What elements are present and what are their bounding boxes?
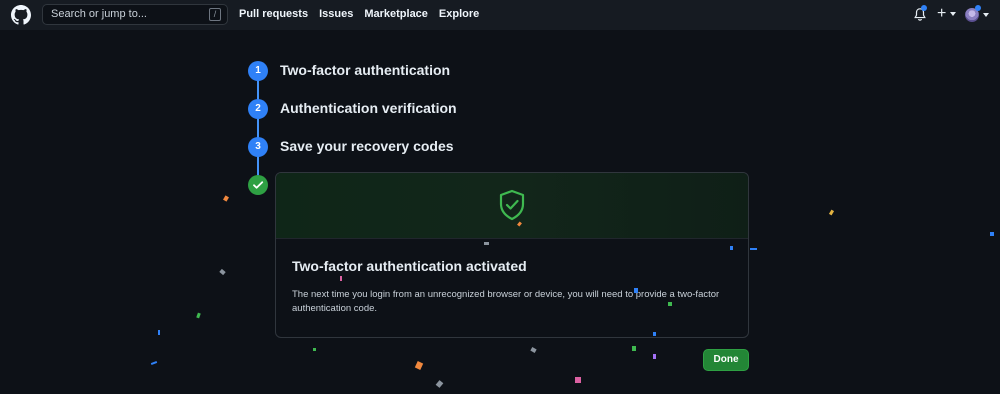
search-shortcut-key: / xyxy=(209,8,221,21)
step-1-label: Two-factor authentication xyxy=(280,62,451,78)
confetti-piece xyxy=(414,361,424,370)
top-header: Search or jump to... / Pull requests Iss… xyxy=(0,0,1000,30)
confetti-piece xyxy=(484,242,489,245)
done-button[interactable]: Done xyxy=(703,349,749,371)
avatar-status-indicator xyxy=(975,5,981,11)
step-3-marker: 3 xyxy=(248,137,268,157)
nav-explore[interactable]: Explore xyxy=(439,8,479,20)
notification-indicator xyxy=(921,5,927,11)
confetti-piece xyxy=(150,361,158,365)
confetti-piece xyxy=(750,248,757,250)
confetti-piece xyxy=(196,312,201,319)
success-card: Two-factor authentication activated The … xyxy=(275,172,749,338)
step-connector xyxy=(257,156,259,176)
confetti-piece xyxy=(632,346,636,351)
confetti-piece xyxy=(340,276,342,281)
global-nav: Pull requests Issues Marketplace Explore xyxy=(239,8,479,20)
step-2-marker: 2 xyxy=(248,99,268,119)
step-1-marker: 1 xyxy=(248,61,268,81)
chevron-down-icon[interactable] xyxy=(950,12,956,16)
plus-icon[interactable]: + xyxy=(937,4,946,24)
confetti-piece xyxy=(158,330,160,335)
step-complete-marker xyxy=(248,175,268,195)
check-icon xyxy=(253,181,264,189)
card-banner xyxy=(276,173,748,239)
card-title: Two-factor authentication activated xyxy=(292,258,527,274)
github-logo-icon[interactable] xyxy=(11,5,31,25)
card-description: The next time you login from an unrecogn… xyxy=(292,289,720,314)
confetti-piece xyxy=(653,354,656,359)
step-connector xyxy=(257,80,259,100)
confetti-piece xyxy=(313,348,316,351)
confetti-piece xyxy=(990,232,994,236)
nav-pull-requests[interactable]: Pull requests xyxy=(239,8,308,20)
nav-marketplace[interactable]: Marketplace xyxy=(364,8,428,20)
shield-check-icon xyxy=(499,189,525,221)
step-2-label: Authentication verification xyxy=(280,100,457,116)
confetti-piece xyxy=(653,332,656,336)
nav-issues[interactable]: Issues xyxy=(319,8,353,20)
confetti-piece xyxy=(730,246,733,250)
step-3-label: Save your recovery codes xyxy=(280,138,454,154)
confetti-piece xyxy=(435,380,444,388)
confetti-piece xyxy=(219,268,226,276)
search-placeholder: Search or jump to... xyxy=(51,8,147,20)
confetti-piece xyxy=(634,288,638,293)
confetti-piece xyxy=(668,302,672,306)
confetti-piece xyxy=(575,377,581,383)
chevron-down-icon[interactable] xyxy=(983,13,989,17)
confetti-piece xyxy=(530,347,537,353)
confetti-piece xyxy=(828,209,835,216)
confetti-piece xyxy=(223,195,229,202)
step-connector xyxy=(257,118,259,138)
search-input[interactable]: Search or jump to... / xyxy=(42,4,228,25)
